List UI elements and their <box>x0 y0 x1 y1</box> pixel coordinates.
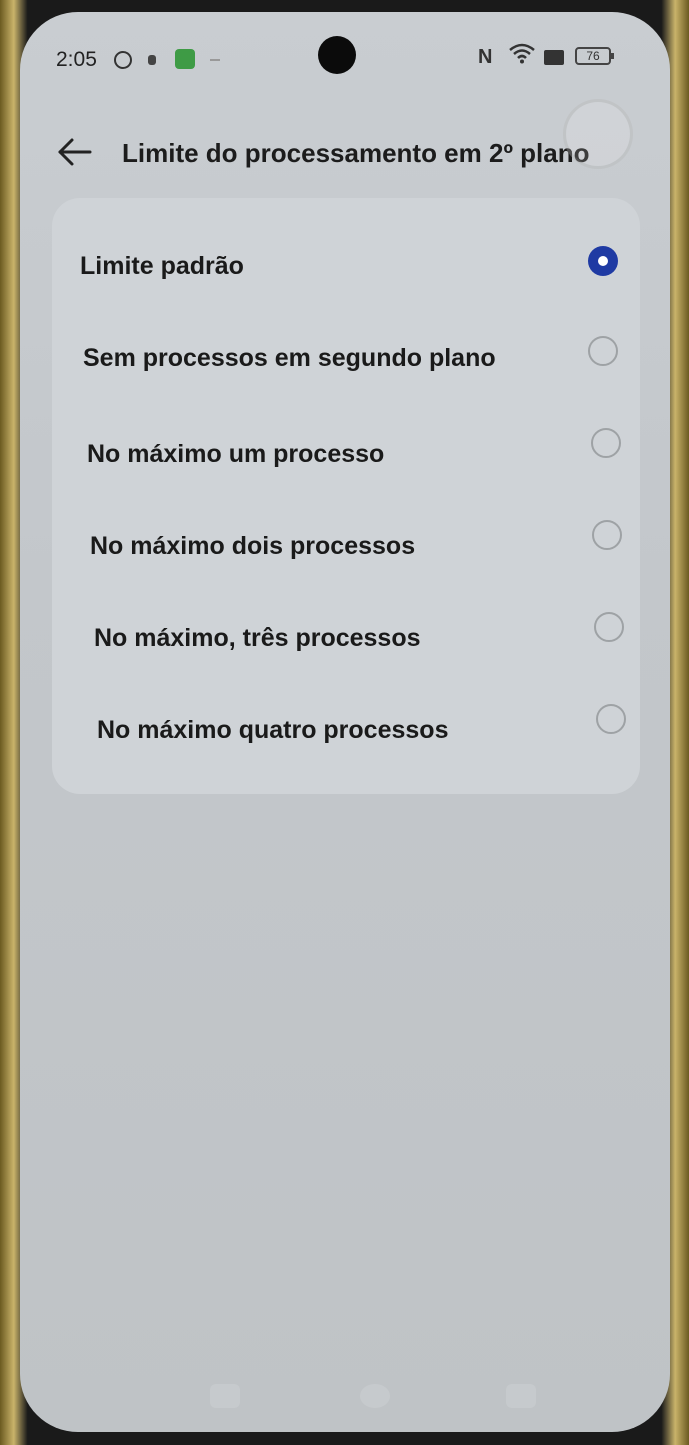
option-label: Sem processos em segundo plano <box>83 344 496 372</box>
wifi-icon <box>509 43 535 64</box>
notification-app-icon <box>114 51 132 69</box>
nfc-icon: N <box>478 46 493 68</box>
front-camera <box>318 36 356 74</box>
radio-button[interactable] <box>592 520 622 550</box>
notification-bug-icon <box>148 55 156 65</box>
nav-home-icon[interactable] <box>360 1384 390 1408</box>
nav-back-icon[interactable] <box>506 1384 536 1408</box>
option-label: No máximo quatro processos <box>97 716 449 744</box>
touch-ripple <box>566 102 630 166</box>
option-label: No máximo dois processos <box>90 532 416 560</box>
radio-button[interactable] <box>588 336 618 366</box>
options-card: Limite padrão Sem processos em segundo p… <box>52 198 640 794</box>
radio-button-selected[interactable] <box>588 246 618 276</box>
nav-recents-icon[interactable] <box>210 1384 240 1408</box>
option-label: No máximo um processo <box>87 440 385 468</box>
option-um-processo[interactable]: No máximo um processo <box>52 412 640 500</box>
radio-button[interactable] <box>596 704 626 734</box>
status-bar: 2:05 N 76 <box>20 12 670 92</box>
sim-icon <box>544 50 564 65</box>
status-time: 2:05 <box>56 48 97 71</box>
notification-green-app-icon <box>175 49 195 69</box>
page-title: Limite do processamento em 2º plano <box>122 138 590 168</box>
battery-icon: 76 <box>575 47 614 65</box>
notification-dash-icon <box>210 59 220 61</box>
phone-screen: 2:05 N 76 Limite do processamento em 2º … <box>20 12 670 1432</box>
option-tres-processos[interactable]: No máximo, três processos <box>52 596 640 684</box>
radio-button[interactable] <box>591 428 621 458</box>
option-sem-processos[interactable]: Sem processos em segundo plano <box>52 316 640 404</box>
option-dois-processos[interactable]: No máximo dois processos <box>52 504 640 592</box>
option-limite-padrao[interactable]: Limite padrão <box>52 224 640 312</box>
radio-button[interactable] <box>594 612 624 642</box>
arrow-left-icon[interactable] <box>56 132 96 172</box>
option-label: Limite padrão <box>80 252 244 280</box>
option-quatro-processos[interactable]: No máximo quatro processos <box>52 688 640 776</box>
option-label: No máximo, três processos <box>94 624 421 652</box>
